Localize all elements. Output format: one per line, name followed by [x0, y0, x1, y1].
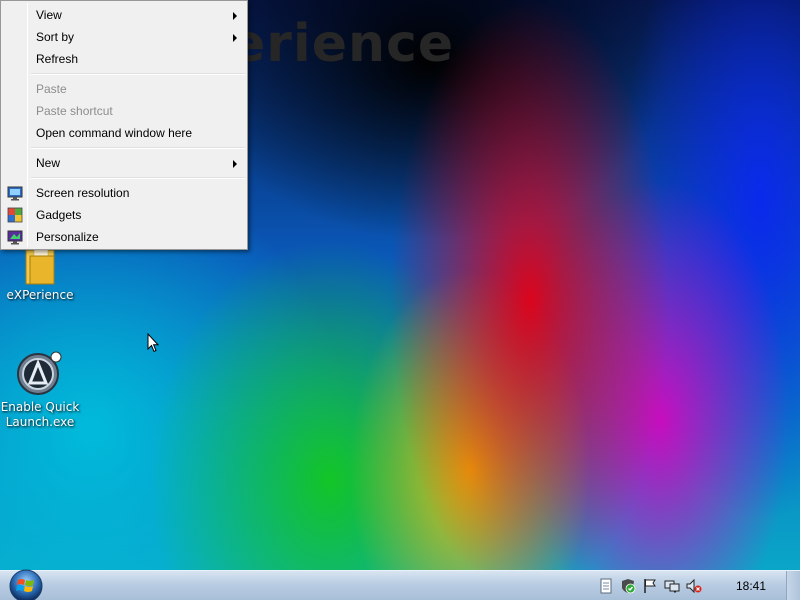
menu-item-gadgets[interactable]: Gadgets: [3, 204, 245, 226]
desktop-icon-label: eXPerience: [6, 288, 74, 302]
security-shield-icon[interactable]: [620, 578, 636, 594]
menu-item-label: View: [36, 8, 62, 22]
desktop-icon-enable-quick-launch[interactable]: Enable Quick Launch.exe: [0, 350, 82, 430]
clock[interactable]: 18:41: [736, 579, 766, 593]
menu-item-label: Open command window here: [36, 126, 193, 140]
menu-item-screen-resolution[interactable]: Screen resolution: [3, 182, 245, 204]
network-icon[interactable]: [664, 578, 680, 594]
menu-item-new[interactable]: New: [3, 152, 245, 174]
menu-item-label: Screen resolution: [36, 186, 130, 200]
menu-item-label: New: [36, 156, 61, 170]
desktop-icon-experience[interactable]: eXPerience: [0, 244, 82, 303]
desktop-context-menu: View Sort by Refresh Paste Paste shortcu…: [0, 0, 248, 250]
menu-separator: [31, 147, 245, 149]
personalize-icon: [7, 230, 23, 245]
menu-item-sort-by[interactable]: Sort by: [3, 26, 245, 48]
folder-icon: [25, 244, 55, 285]
submenu-arrow-icon: [233, 12, 237, 20]
show-desktop-button[interactable]: [786, 571, 800, 600]
submenu-arrow-icon: [233, 160, 237, 168]
volume-muted-icon[interactable]: [686, 578, 702, 594]
quick-launch-app-icon: [17, 351, 62, 395]
menu-item-label: Refresh: [36, 52, 79, 66]
menu-item-label: Paste shortcut: [36, 104, 113, 118]
menu-item-label: Personalize: [36, 230, 99, 244]
menu-separator: [31, 73, 245, 75]
gadgets-icon: [7, 207, 23, 223]
submenu-arrow-icon: [233, 34, 237, 42]
menu-item-paste[interactable]: Paste: [3, 78, 245, 100]
menu-item-label: Paste: [36, 82, 67, 96]
menu-separator: [31, 177, 245, 179]
menu-item-label: Sort by: [36, 30, 75, 44]
menu-item-paste-shortcut[interactable]: Paste shortcut: [3, 100, 245, 122]
mouse-pointer-icon: [147, 333, 159, 353]
monitor-icon: [7, 186, 23, 201]
document-icon[interactable]: [598, 578, 614, 594]
notification-area: 18:41: [590, 571, 800, 600]
wallpaper-watermark: erience: [230, 14, 455, 74]
windows-orb-icon[interactable]: [8, 568, 44, 600]
desktop-icon-label: Enable Quick Launch.exe: [0, 400, 80, 429]
menu-item-open-command-window[interactable]: Open command window here: [3, 122, 245, 144]
menu-item-personalize[interactable]: Personalize: [3, 226, 245, 248]
action-center-flag-icon[interactable]: [642, 578, 658, 594]
menu-item-view[interactable]: View: [3, 4, 245, 26]
menu-item-label: Gadgets: [36, 208, 82, 222]
taskbar: 18:41: [0, 568, 800, 600]
menu-item-refresh[interactable]: Refresh: [3, 48, 245, 70]
